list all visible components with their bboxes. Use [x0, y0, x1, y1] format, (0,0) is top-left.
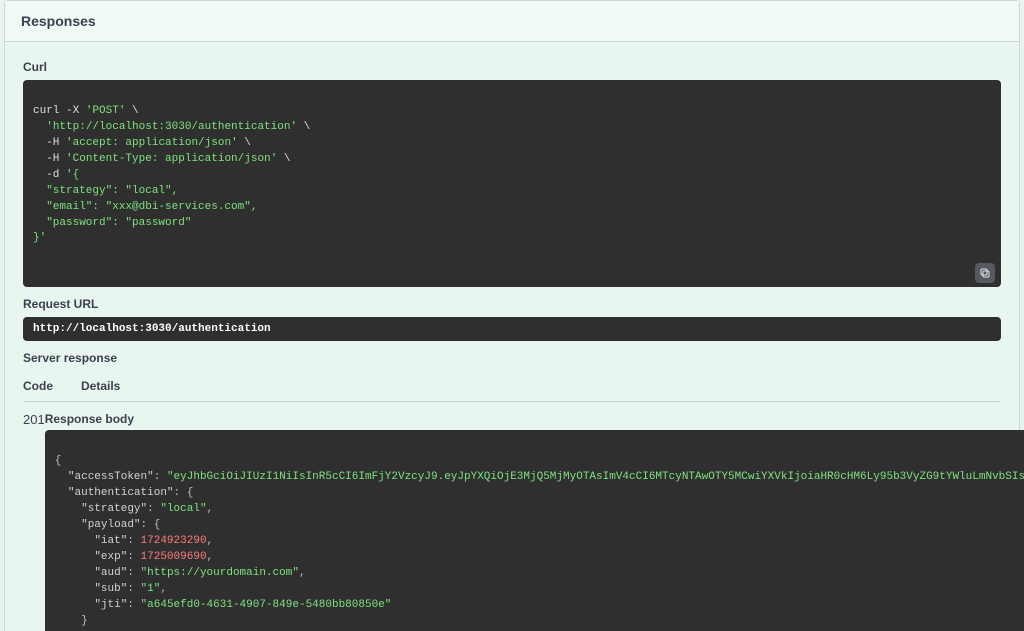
curl-label: Curl	[23, 60, 1001, 74]
payload-jti: a645efd0-4631-4907-849e-5480bb80850e	[147, 599, 385, 611]
request-url-value: http://localhost:3030/authentication	[23, 317, 1001, 341]
responses-content: Curl curl -X 'POST' \ 'http://localhost:…	[5, 42, 1019, 631]
responses-panel: Responses Curl curl -X 'POST' \ 'http://…	[4, 0, 1020, 631]
details-header: Details	[81, 379, 1001, 393]
curl-accept-header: accept: application/json	[73, 137, 231, 149]
auth-strategy: local	[167, 503, 200, 515]
payload-sub: 1	[147, 583, 154, 595]
response-body-block: { "accessToken": "eyJhbGciOiJIUzI1NiIsIn…	[45, 430, 1024, 631]
access-token: eyJhbGciOiJIUzI1NiIsInR5cCI6ImFjY2VzcyJ9…	[174, 471, 1024, 483]
curl-url: http://localhost:3030/authentication	[53, 121, 291, 133]
curl-method: POST	[92, 105, 118, 117]
response-row: 201 Response body { "accessToken": "eyJh…	[23, 402, 1001, 631]
request-url-label: Request URL	[23, 297, 1001, 311]
curl-block: curl -X 'POST' \ 'http://localhost:3030/…	[23, 80, 1001, 287]
code-header: Code	[23, 379, 81, 393]
responses-title: Responses	[5, 1, 1019, 42]
server-response-label: Server response	[23, 351, 1001, 365]
response-body-label: Response body	[45, 412, 1024, 426]
curl-body-email: "email": "xxx@dbi-services.com",	[46, 201, 257, 213]
curl-content-type-header: Content-Type: application/json	[73, 153, 271, 165]
curl-body-strategy: "strategy": "local",	[46, 185, 178, 197]
payload-exp: 1725009690	[141, 551, 207, 563]
curl-body-password: "password": "password"	[46, 217, 191, 229]
status-code: 201	[23, 412, 45, 631]
response-table-header: Code Details	[23, 373, 1001, 402]
payload-iat: 1724923290	[141, 535, 207, 547]
payload-aud: https://yourdomain.com	[147, 567, 292, 579]
copy-icon[interactable]	[975, 263, 995, 283]
